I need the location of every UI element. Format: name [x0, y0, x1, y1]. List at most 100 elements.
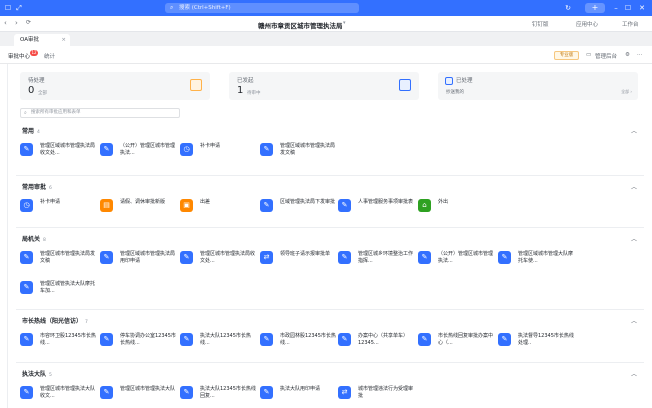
- app-search-input[interactable]: ⌕ 搜索所有审批应用和表单: [20, 108, 180, 118]
- minimize-icon[interactable]: –: [612, 4, 620, 12]
- doc-icon: ✎: [260, 199, 273, 212]
- app-tile[interactable]: ✎ 执法大队12345市长热线回复...: [180, 385, 256, 407]
- nav-approval-center[interactable]: 审批中心: [8, 52, 30, 60]
- expand-icon[interactable]: ⤢: [15, 4, 23, 12]
- doc-icon: ✎: [260, 386, 273, 399]
- forward-icon[interactable]: ›: [15, 19, 18, 27]
- app-tile[interactable]: ✎ 执法大队用印申请: [260, 385, 334, 407]
- app-tile[interactable]: ✎ 市政园林股12345市长热线...: [260, 332, 336, 354]
- app-tile[interactable]: ✎ （公开）管理区城市管理执法...: [100, 142, 175, 164]
- section-count: 6: [49, 186, 52, 191]
- app-tile[interactable]: ✎ 停车协调办公室12345市长热线...: [100, 332, 176, 354]
- app-tile[interactable]: ✎ 管理区域城市管理大队摩托车使...: [498, 250, 573, 272]
- app-tile[interactable]: ✎ 区域管理执法局下发审批: [260, 198, 335, 220]
- doc-icon: ✎: [498, 333, 511, 346]
- workbench-link[interactable]: 工作台: [622, 20, 639, 28]
- doc-icon: ✎: [20, 281, 33, 294]
- app-tile[interactable]: ◷ 补卡申请: [20, 198, 94, 220]
- title-bar: ‹ › ⟳ 赣州市章贡区城市管理执法局 ▾ 钉钉版 应用中心 工作台: [0, 16, 652, 32]
- admin-icon: ▭: [586, 52, 592, 58]
- more-icon[interactable]: ⋯: [637, 52, 643, 58]
- app-tile[interactable]: ✎ 管理区城市管理执法局收文处...: [180, 250, 255, 272]
- nav-statistics[interactable]: 统计: [44, 52, 55, 60]
- app-tile[interactable]: ✎ 市长热线回复审批办案中心（...: [418, 332, 493, 354]
- app-tile[interactable]: ✎ （公开）管理区城市管理执法...: [418, 250, 494, 272]
- app-tile[interactable]: ✎ 管理区城市管理执法局发文稿: [20, 250, 95, 272]
- app-tile[interactable]: ✎ 管理区域城市管理执法局用印申请: [100, 250, 176, 272]
- app-name: 管理区城市管理执法大队: [120, 386, 176, 392]
- app-tile[interactable]: ✎ 管理区域城市管理执法局发文稿: [260, 142, 335, 164]
- app-tile[interactable]: ✎ 管理区城管执法大队摩托车加...: [20, 280, 95, 302]
- doc-icon: ✎: [20, 386, 33, 399]
- pending-badge: 12: [30, 50, 38, 56]
- sub-nav: 审批中心 12 统计 专业版 ▭ 管理后台 ⚙ ⋯: [0, 46, 652, 64]
- doc-icon: ✎: [100, 386, 113, 399]
- close-tab-icon[interactable]: ×: [61, 34, 66, 46]
- app-center-link[interactable]: 应用中心: [576, 20, 598, 28]
- admin-console-link[interactable]: 管理后台: [595, 52, 617, 60]
- doc-icon: ✎: [338, 251, 351, 264]
- cc-me-label[interactable]: 抄送我的: [446, 89, 464, 95]
- app-logo-icon: ☐: [4, 4, 12, 12]
- app-name: 补卡申请: [200, 143, 221, 149]
- section-divider: [16, 175, 644, 176]
- app-tile[interactable]: ✎ 管理区城市管理执法大队: [100, 385, 176, 407]
- app-tile[interactable]: ⇄ 领导班子请示报审批单: [260, 250, 334, 272]
- section-divider: [16, 227, 644, 228]
- dingtalk-version-link[interactable]: 钉钉版: [532, 20, 549, 28]
- app-tile[interactable]: ✎ 管理区城乡环境整治工作指挥...: [338, 250, 413, 272]
- share-icon: ⇄: [260, 251, 273, 264]
- app-tile[interactable]: ◷ 补卡申请: [180, 142, 254, 164]
- pending-label: 待处理: [28, 78, 45, 84]
- app-tile[interactable]: ✎ 办案中心（共享单车）12345...: [338, 332, 412, 354]
- section-count: 8: [43, 238, 46, 243]
- app-tile[interactable]: ✎ 执法督导12345市长热线处理..: [498, 332, 574, 354]
- collapse-chevron-icon[interactable]: ︿: [631, 316, 637, 325]
- collapse-chevron-icon[interactable]: ︿: [631, 182, 637, 191]
- app-tile[interactable]: ⇄ 城市管理违法行为受理审批: [338, 385, 413, 407]
- app-tile[interactable]: ✎ 执法大队12345市长热线...: [180, 332, 254, 354]
- app-tile[interactable]: ▤ 请假、调休审批新版: [100, 198, 174, 220]
- chevron-down-icon[interactable]: ▾: [343, 20, 346, 26]
- collapse-chevron-icon[interactable]: ︿: [631, 369, 637, 378]
- pending-sub: 全部: [38, 91, 47, 96]
- maximize-icon[interactable]: ☐: [624, 4, 632, 12]
- app-name: 办案中心（共享单车）12345...: [358, 333, 409, 346]
- section-title-text: 执法大队: [22, 371, 47, 378]
- app-tile[interactable]: ⌂ 外出: [418, 198, 492, 220]
- back-icon[interactable]: ‹: [4, 19, 7, 27]
- app-tile[interactable]: ▣ 出差: [180, 198, 254, 220]
- doc-icon: ✎: [100, 251, 113, 264]
- processed-icon: [445, 77, 453, 85]
- history-icon[interactable]: ↻: [564, 4, 572, 12]
- initiated-label: 已发起: [237, 78, 254, 84]
- initiated-count: 1: [237, 85, 244, 96]
- collapse-chevron-icon[interactable]: ︿: [631, 234, 637, 243]
- processed-card[interactable]: 已处理 抄送我的 全部 ›: [438, 72, 638, 100]
- doc-icon: ✎: [418, 251, 431, 264]
- app-tile[interactable]: ✎ 市容环卫股12345市长热线...: [20, 332, 96, 354]
- initiated-card[interactable]: 已发起 1 待审中: [229, 72, 419, 100]
- section-title-text: 市长热线（阳光信访）: [22, 318, 83, 325]
- app-tile[interactable]: ✎ 管理区域城市管理执法局收文处...: [20, 142, 95, 164]
- collapse-chevron-icon[interactable]: ︿: [631, 126, 637, 135]
- section-title-text: 局机关: [22, 236, 41, 243]
- pending-card[interactable]: 待处理 0 全部: [20, 72, 210, 100]
- org-title[interactable]: 赣州市章贡区城市管理执法局: [258, 20, 343, 30]
- refresh-icon[interactable]: ⟳: [26, 19, 31, 26]
- app-tile[interactable]: ✎ 管理区城市管理执法大队收文...: [20, 385, 95, 407]
- edition-label: 专业版: [559, 53, 574, 58]
- processed-label: 已处理: [456, 78, 473, 84]
- global-search-input[interactable]: ⌕ 搜索 (Ctrl+Shift+F): [165, 3, 359, 13]
- close-icon[interactable]: ✕: [638, 4, 646, 12]
- create-button[interactable]: +: [585, 3, 605, 13]
- gear-icon[interactable]: ⚙: [625, 52, 630, 58]
- cc-me-all-link[interactable]: 全部 ›: [621, 89, 632, 95]
- app-name: （公开）管理区城市管理执法...: [438, 251, 494, 264]
- section-count: 7: [85, 320, 88, 325]
- doc-icon: ✎: [100, 143, 113, 156]
- tab-oa-approval[interactable]: OA审批 ×: [14, 34, 70, 46]
- edition-badge[interactable]: 专业版: [554, 51, 579, 60]
- app-tile[interactable]: ✎ 人事管理服务事项审批表: [338, 198, 413, 220]
- app-name: 管理区域城市管理执法局用印申请: [120, 251, 176, 264]
